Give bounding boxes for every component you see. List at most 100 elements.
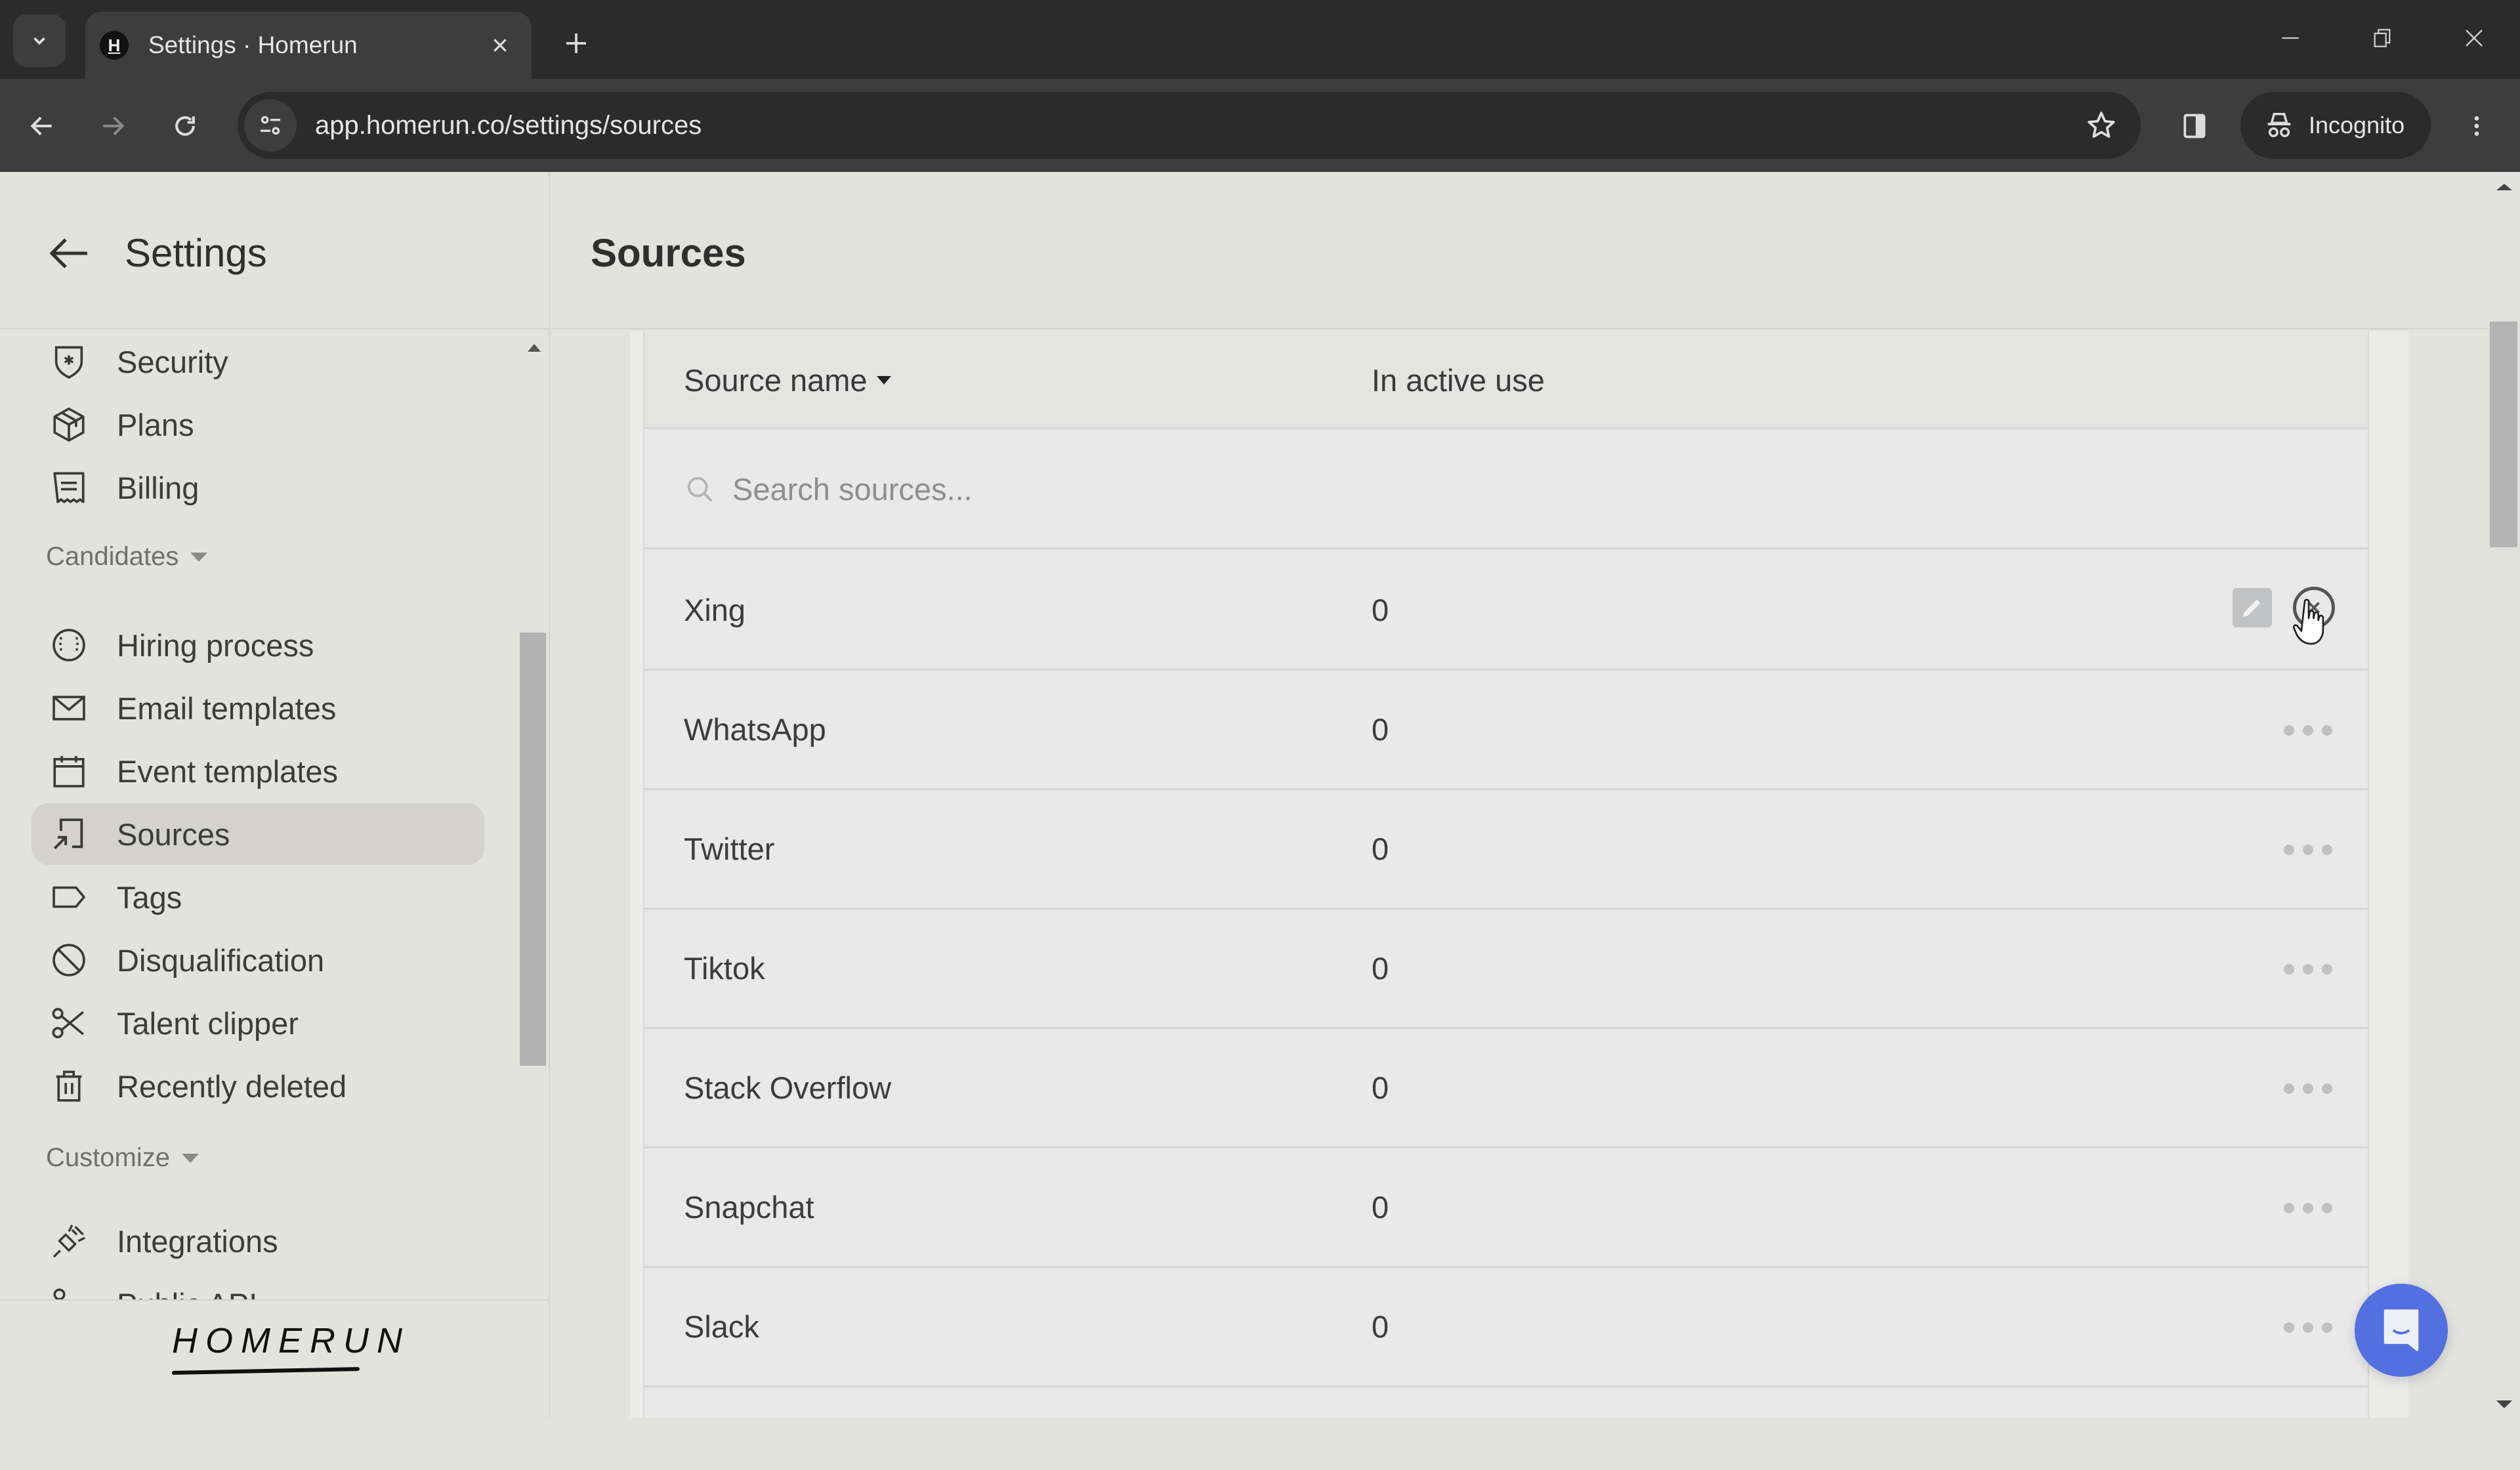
- delete-source-button[interactable]: [2293, 587, 2335, 629]
- sidebar-item-disqualification[interactable]: Disqualification: [32, 929, 484, 991]
- back-button[interactable]: [17, 101, 67, 151]
- star-icon: [2088, 112, 2115, 138]
- new-tab-button[interactable]: [556, 24, 596, 63]
- table-row[interactable]: Tiktok 0: [644, 910, 2368, 1029]
- scroll-down-arrow-icon[interactable]: [2496, 1400, 2512, 1408]
- section-header-customize[interactable]: Customize: [46, 1143, 199, 1173]
- forward-button[interactable]: [88, 101, 138, 151]
- minimize-button[interactable]: [2264, 18, 2317, 58]
- sidebar-item-hiring-process[interactable]: Hiring process: [32, 614, 484, 676]
- active-use-count-cell: 0: [1372, 831, 1389, 866]
- sidebar-header: Settings: [0, 172, 549, 329]
- site-info-button[interactable]: [244, 99, 297, 152]
- caret-down-icon: [190, 552, 208, 562]
- scroll-up-arrow-icon[interactable]: [528, 344, 541, 352]
- sidebar-item-tags[interactable]: Tags: [32, 866, 484, 928]
- row-more-options-button[interactable]: [2284, 714, 2332, 747]
- dot-icon: [2322, 964, 2332, 975]
- section-title: Candidates: [46, 542, 179, 571]
- back-to-app-button[interactable]: [43, 227, 96, 280]
- column-label: Source name: [684, 363, 868, 398]
- source-name-cell: Snapchat: [684, 1190, 814, 1225]
- dot-icon: [2322, 725, 2332, 736]
- sidebar-item-sources[interactable]: Sources: [32, 803, 484, 865]
- column-label: In active use: [1372, 363, 1545, 398]
- support-chat-button[interactable]: [2355, 1284, 2448, 1377]
- sidebar-item-plans[interactable]: Plans: [32, 394, 484, 455]
- homerun-app: Settings Security Plans Billing Candidat…: [0, 172, 2520, 1470]
- arrow-left-icon: [30, 116, 52, 136]
- source-name-cell: Stack Overflow: [684, 1070, 892, 1105]
- column-header-in-active-use[interactable]: In active use: [1372, 362, 1545, 398]
- dot-icon: [2303, 1322, 2313, 1333]
- address-bar[interactable]: app.homerun.co/settings/sources: [238, 92, 2141, 159]
- page-title: Sources: [591, 231, 746, 275]
- sidebar-item-security[interactable]: Security: [32, 331, 484, 392]
- dot-icon: [2322, 1203, 2332, 1213]
- browser-menu-button[interactable]: [2452, 101, 2502, 151]
- restore-button[interactable]: [2356, 18, 2408, 58]
- dot-icon: [2322, 1083, 2332, 1094]
- bookmark-button[interactable]: [2075, 99, 2128, 152]
- sidebar-item-recently-deleted[interactable]: Recently deleted: [32, 1055, 484, 1117]
- reload-button[interactable]: [160, 101, 210, 151]
- caret-down-icon: [181, 1153, 199, 1163]
- sidebar-item-event-templates[interactable]: Event templates: [32, 740, 484, 802]
- chevron-down-icon: [33, 37, 45, 45]
- dot-icon: [2284, 845, 2294, 855]
- column-header-source-name[interactable]: Source name: [684, 362, 891, 398]
- reload-icon: [175, 116, 195, 136]
- table-row[interactable]: Xing 0: [644, 551, 2368, 671]
- source-name-cell: Tiktok: [684, 951, 765, 986]
- table-row[interactable]: Snapchat 0: [644, 1148, 2368, 1268]
- page-scrollbar-thumb[interactable]: [2490, 322, 2517, 547]
- row-more-options-button[interactable]: [2284, 953, 2332, 986]
- table-row[interactable]: WhatsApp 0: [644, 671, 2368, 790]
- table-row[interactable]: Slack 0: [644, 1268, 2368, 1387]
- homerun-favicon-icon: H: [100, 31, 129, 60]
- sidebar-scrollbar-thumb[interactable]: [520, 633, 546, 1066]
- sidebar-item-label: Talent clipper: [117, 1005, 299, 1041]
- tab-search-button[interactable]: [13, 14, 66, 67]
- browser-tab-active[interactable]: H Settings · Homerun: [85, 12, 532, 79]
- close-icon: [494, 39, 507, 52]
- sidebar-item-label: Integrations: [117, 1223, 278, 1259]
- page-scrollbar[interactable]: [2487, 172, 2520, 1418]
- row-more-options-button[interactable]: [2284, 1192, 2332, 1225]
- scroll-up-arrow-icon[interactable]: [2496, 184, 2512, 190]
- row-more-options-button[interactable]: [2284, 1072, 2332, 1105]
- shield-star-icon: [49, 341, 89, 382]
- tab-close-button[interactable]: [484, 30, 516, 61]
- sidebar-item-label: Plans: [117, 407, 194, 442]
- dot-icon: [2303, 845, 2313, 855]
- table-header: Source name In active use: [644, 331, 2368, 429]
- source-name-cell: Xing: [684, 593, 746, 627]
- tab-strip: H Settings · Homerun: [0, 0, 2520, 79]
- side-panel-button[interactable]: [2170, 101, 2219, 151]
- edit-source-button[interactable]: [2233, 588, 2272, 627]
- incognito-label: Incognito: [2309, 112, 2405, 138]
- settings-sidebar: Settings Security Plans Billing Candidat…: [0, 172, 550, 1470]
- sidebar-item-integrations[interactable]: Integrations: [32, 1210, 484, 1272]
- section-header-candidates[interactable]: Candidates: [46, 542, 208, 572]
- dot-icon: [2284, 1203, 2294, 1213]
- sources-table-container: Source name In active use Xing 0 WhatsApp 0…: [630, 331, 2408, 1418]
- search-sources-input[interactable]: [732, 463, 1520, 516]
- envelope-icon: [49, 688, 89, 728]
- sidebar-item-billing[interactable]: Billing: [32, 457, 484, 518]
- dot-icon: [2303, 1083, 2313, 1094]
- calendar-icon: [49, 751, 89, 791]
- row-more-options-button[interactable]: [2284, 1311, 2332, 1344]
- window-close-button[interactable]: [2448, 18, 2500, 58]
- incognito-indicator[interactable]: Incognito: [2240, 92, 2431, 159]
- page-header: Sources: [551, 172, 2494, 329]
- active-use-count-cell: 0: [1372, 1190, 1389, 1225]
- restore-icon: [2374, 29, 2391, 47]
- row-more-options-button[interactable]: [2284, 833, 2332, 866]
- sidebar-item-talent-clipper[interactable]: Talent clipper: [32, 992, 484, 1054]
- sidebar-item-email-templates[interactable]: Email templates: [32, 677, 484, 739]
- dot-icon: [2284, 1322, 2294, 1333]
- table-row[interactable]: Stack Overflow 0: [644, 1029, 2368, 1148]
- table-row[interactable]: Twitter 0: [644, 790, 2368, 910]
- url-text[interactable]: app.homerun.co/settings/sources: [315, 111, 2075, 140]
